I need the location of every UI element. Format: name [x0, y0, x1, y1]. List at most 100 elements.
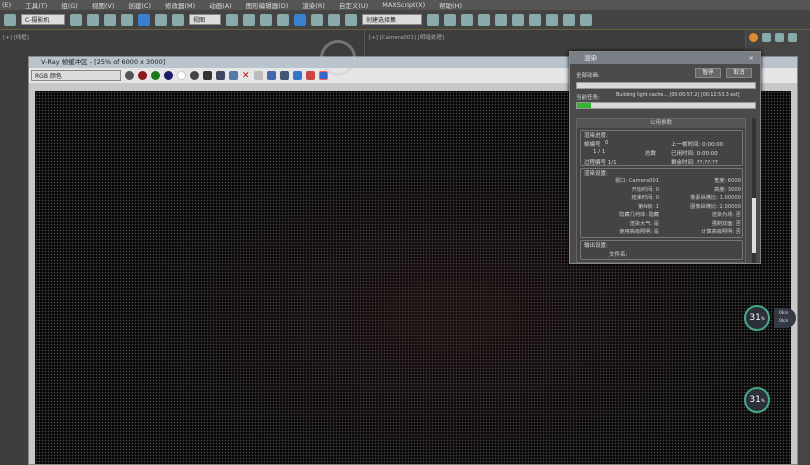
render-teapot-icon[interactable] — [580, 13, 592, 26]
group-title: 渲染进度: — [584, 133, 608, 139]
render-setup-icon[interactable] — [546, 13, 558, 26]
duplicate-icon[interactable] — [253, 71, 263, 80]
render-last-icon[interactable] — [279, 71, 289, 80]
select-by-name-icon[interactable] — [87, 13, 99, 26]
cpu-gauge[interactable]: 31% — [744, 387, 770, 413]
menu-edit[interactable]: (E) — [2, 1, 11, 9]
blue-channel-icon[interactable] — [164, 71, 173, 80]
mirror-icon[interactable] — [427, 13, 439, 26]
mono-icon[interactable] — [190, 71, 199, 80]
setting-use-advanced-lighting: 使用高级照明: 是 — [619, 229, 659, 235]
material-editor-icon[interactable] — [529, 13, 541, 26]
selection-filter-dropdown[interactable]: C-摄影机 — [21, 14, 65, 25]
menu-tools[interactable]: 工具(T) — [25, 0, 47, 10]
menu-group[interactable]: 组(G) — [61, 0, 78, 10]
schematic-view-icon[interactable] — [512, 13, 524, 26]
scale-icon[interactable] — [172, 13, 184, 26]
select-object-icon[interactable] — [70, 13, 82, 26]
keyboard-shortcut-icon[interactable] — [260, 13, 272, 26]
scene-explorer-icon[interactable] — [478, 13, 490, 26]
remaining-time: 剩余时间: ??:??:?? — [671, 160, 718, 166]
group-title: 输出设置: — [584, 243, 608, 249]
scrollbar[interactable] — [752, 118, 756, 263]
menu-help[interactable]: 帮助(H) — [439, 0, 462, 10]
menu-modifiers[interactable]: 修改器(M) — [165, 0, 195, 10]
pause-button[interactable]: 暂停 — [695, 68, 721, 78]
gauge-value: 31 — [749, 313, 761, 323]
select-manipulate-icon[interactable] — [243, 13, 255, 26]
menu-customize[interactable]: 自定义(U) — [339, 0, 368, 10]
gauge-unit: % — [760, 398, 765, 403]
snap-icon[interactable] — [277, 13, 289, 26]
loading-overlay-icon — [320, 40, 356, 76]
channel-dropdown[interactable]: RGB 颜色 — [31, 70, 121, 81]
region-render-icon[interactable] — [305, 71, 315, 80]
create-tab-icon[interactable] — [749, 33, 758, 42]
red-channel-icon[interactable] — [138, 71, 147, 80]
setting-force-2sided: 强制双面: 否 — [711, 220, 741, 227]
menu-create[interactable]: 创建(C) — [128, 0, 151, 10]
green-channel-icon[interactable] — [151, 71, 160, 80]
progress-fill — [577, 103, 592, 108]
link-icon[interactable] — [4, 13, 16, 26]
cpu-gauge[interactable]: 31% — [744, 305, 770, 331]
viewport-label[interactable]: [+] [线框] — [3, 33, 29, 41]
curve-editor-icon[interactable] — [495, 13, 507, 26]
dialog-title: 渲染 × — [570, 52, 760, 64]
percent-snap-icon[interactable] — [311, 13, 323, 26]
rendered-frame-icon[interactable] — [563, 13, 575, 26]
menu-rendering[interactable]: 渲染(R) — [302, 0, 325, 10]
alpha-channel-icon[interactable] — [177, 71, 186, 80]
hierarchy-tab-icon[interactable] — [775, 33, 784, 42]
main-toolbar: C-摄影机 视图 创建选择集 — [0, 10, 810, 30]
rollout-header[interactable]: 公用参数 — [577, 119, 745, 128]
setting-width: 宽度: 6000 — [714, 178, 741, 184]
group-title: 渲染设置: — [584, 171, 608, 177]
track-mouse-icon[interactable] — [266, 71, 276, 80]
motion-tab-icon[interactable] — [788, 33, 797, 42]
modify-tab-icon[interactable] — [762, 33, 771, 42]
network-speed-widget: 0k/s 0k/s — [774, 308, 796, 328]
angle-snap-icon[interactable] — [294, 13, 306, 26]
menu-maxscript[interactable]: MAXScript(X) — [382, 1, 425, 9]
rect-selection-icon[interactable] — [104, 13, 116, 26]
open-icon[interactable] — [229, 71, 238, 80]
view-channel-icon[interactable] — [125, 71, 134, 80]
save-icon[interactable] — [203, 71, 212, 80]
setting-start-time: 开始时间: 0 — [631, 186, 659, 193]
render-settings-group: 渲染设置: 视口: Camera001 开始时间: 0 结束时间: 0 第N帧:… — [580, 168, 743, 238]
named-selection-dropdown[interactable]: 创建选择集 — [362, 14, 422, 25]
command-panel-tabs — [746, 30, 810, 45]
setting-nth-frame: 第N帧: 1 — [638, 203, 659, 210]
menu-animation[interactable]: 动画(A) — [209, 0, 232, 10]
clear-icon[interactable]: ✕ — [242, 71, 250, 81]
current-task-progress — [576, 102, 756, 109]
ref-coord-dropdown[interactable]: 视图 — [189, 14, 221, 25]
window-crossing-icon[interactable] — [121, 13, 133, 26]
close-icon[interactable]: × — [749, 52, 754, 64]
render-progress-group: 渲染进度: 帧编号 0 上一帧时间: 0:00:00 1 / 1 总数 已用时间… — [580, 130, 743, 166]
current-task-label: 当前任务: — [576, 95, 600, 101]
menu-views[interactable]: 视图(V) — [92, 0, 115, 10]
pivot-icon[interactable] — [226, 13, 238, 26]
edit-named-selection-icon[interactable] — [345, 13, 357, 26]
elapsed-time: 已用时间: 0:00:00 — [671, 151, 718, 157]
menu-bar: (E) 工具(T) 组(G) 视图(V) 创建(C) 修改器(M) 动画(A) … — [0, 0, 810, 10]
filename-label: 文件名: — [609, 252, 628, 258]
link-viewport-icon[interactable] — [292, 71, 302, 80]
gauge-unit: % — [760, 316, 765, 321]
align-icon[interactable] — [444, 13, 456, 26]
setting-end-time: 结束时间: 0 — [631, 195, 659, 201]
all-animation-label: 全部动画: — [576, 73, 600, 79]
last-frame-time: 上一帧时间: 0:00:00 — [671, 142, 724, 148]
viewport-label[interactable]: [+] [Camera001] [明暗处理] — [369, 33, 444, 41]
move-icon[interactable] — [138, 13, 150, 26]
layer-icon[interactable] — [461, 13, 473, 26]
frame-number-label: 帧编号 — [584, 142, 601, 148]
cancel-button[interactable]: 取消 — [726, 68, 752, 78]
spinner-snap-icon[interactable] — [328, 13, 340, 26]
rotate-icon[interactable] — [155, 13, 167, 26]
menu-graph-editors[interactable]: 图形编辑器(D) — [246, 0, 289, 10]
save-all-icon[interactable] — [216, 71, 225, 80]
setting-hide-geometry: 隐藏几何体: 隐藏 — [619, 212, 659, 218]
